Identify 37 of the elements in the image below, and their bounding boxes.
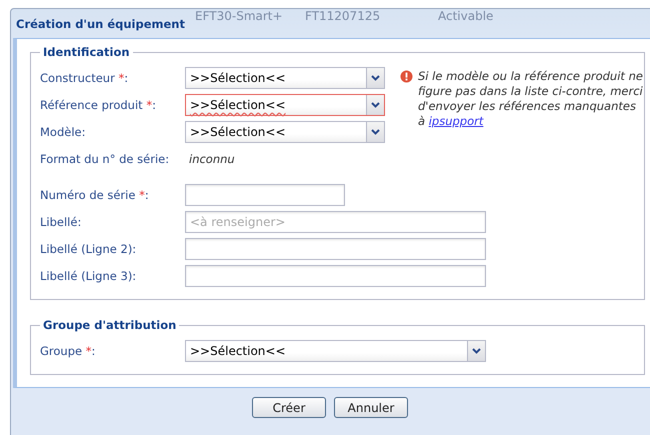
input-field[interactable] bbox=[185, 184, 345, 206]
background-text: EFT30-Smart+ bbox=[195, 9, 283, 23]
dropdown-button[interactable] bbox=[467, 341, 485, 361]
field-value: inconnu bbox=[188, 152, 235, 166]
select-field[interactable]: >>Sélection<< bbox=[185, 121, 385, 143]
caret-icon bbox=[371, 102, 380, 108]
input-field[interactable] bbox=[185, 238, 486, 260]
input-field[interactable]: <à renseigner> bbox=[185, 211, 486, 233]
select-field[interactable]: >>Sélection<< bbox=[185, 67, 385, 89]
window-title: Création d'un équipement bbox=[15, 16, 185, 32]
field-label: Référence produit *: bbox=[40, 98, 157, 112]
field-label: Groupe *: bbox=[40, 344, 96, 358]
field-label: Format du n° de série: bbox=[40, 152, 170, 166]
caret-icon bbox=[472, 348, 481, 354]
select-field[interactable]: >>Sélection<< bbox=[185, 94, 385, 116]
field-label: Libellé (Ligne 2): bbox=[40, 242, 138, 256]
select-field[interactable]: >>Sélection<< bbox=[185, 340, 486, 362]
support-link[interactable]: ipsupport bbox=[428, 114, 484, 128]
background-text: Activable bbox=[438, 9, 494, 23]
section-legend: Identification bbox=[40, 45, 133, 59]
error-icon bbox=[400, 70, 413, 83]
input-field[interactable] bbox=[185, 265, 486, 287]
field-label: Constructeur *: bbox=[40, 71, 130, 85]
caret-icon bbox=[371, 75, 380, 81]
dialog-button[interactable]: Annuler bbox=[334, 397, 408, 418]
caret-icon bbox=[371, 129, 380, 135]
field-label: Numéro de série *: bbox=[40, 188, 150, 202]
dropdown-button[interactable] bbox=[366, 68, 384, 88]
field-label: Libellé: bbox=[40, 215, 82, 229]
dropdown-button[interactable] bbox=[366, 122, 384, 142]
dialog-button[interactable]: Créer bbox=[252, 397, 326, 418]
notice-text: Si le modèle ou la référence produit ne figure pas dans la liste ci-contre, merci d'envoyer les références manquantes à ipsupport bbox=[418, 69, 644, 129]
section-legend: Groupe d'attribution bbox=[40, 318, 180, 332]
background-text: FT11207125 bbox=[305, 9, 380, 23]
field-label: Modèle: bbox=[40, 125, 86, 139]
dropdown-button[interactable] bbox=[366, 95, 384, 115]
field-label: Libellé (Ligne 3): bbox=[40, 269, 138, 283]
